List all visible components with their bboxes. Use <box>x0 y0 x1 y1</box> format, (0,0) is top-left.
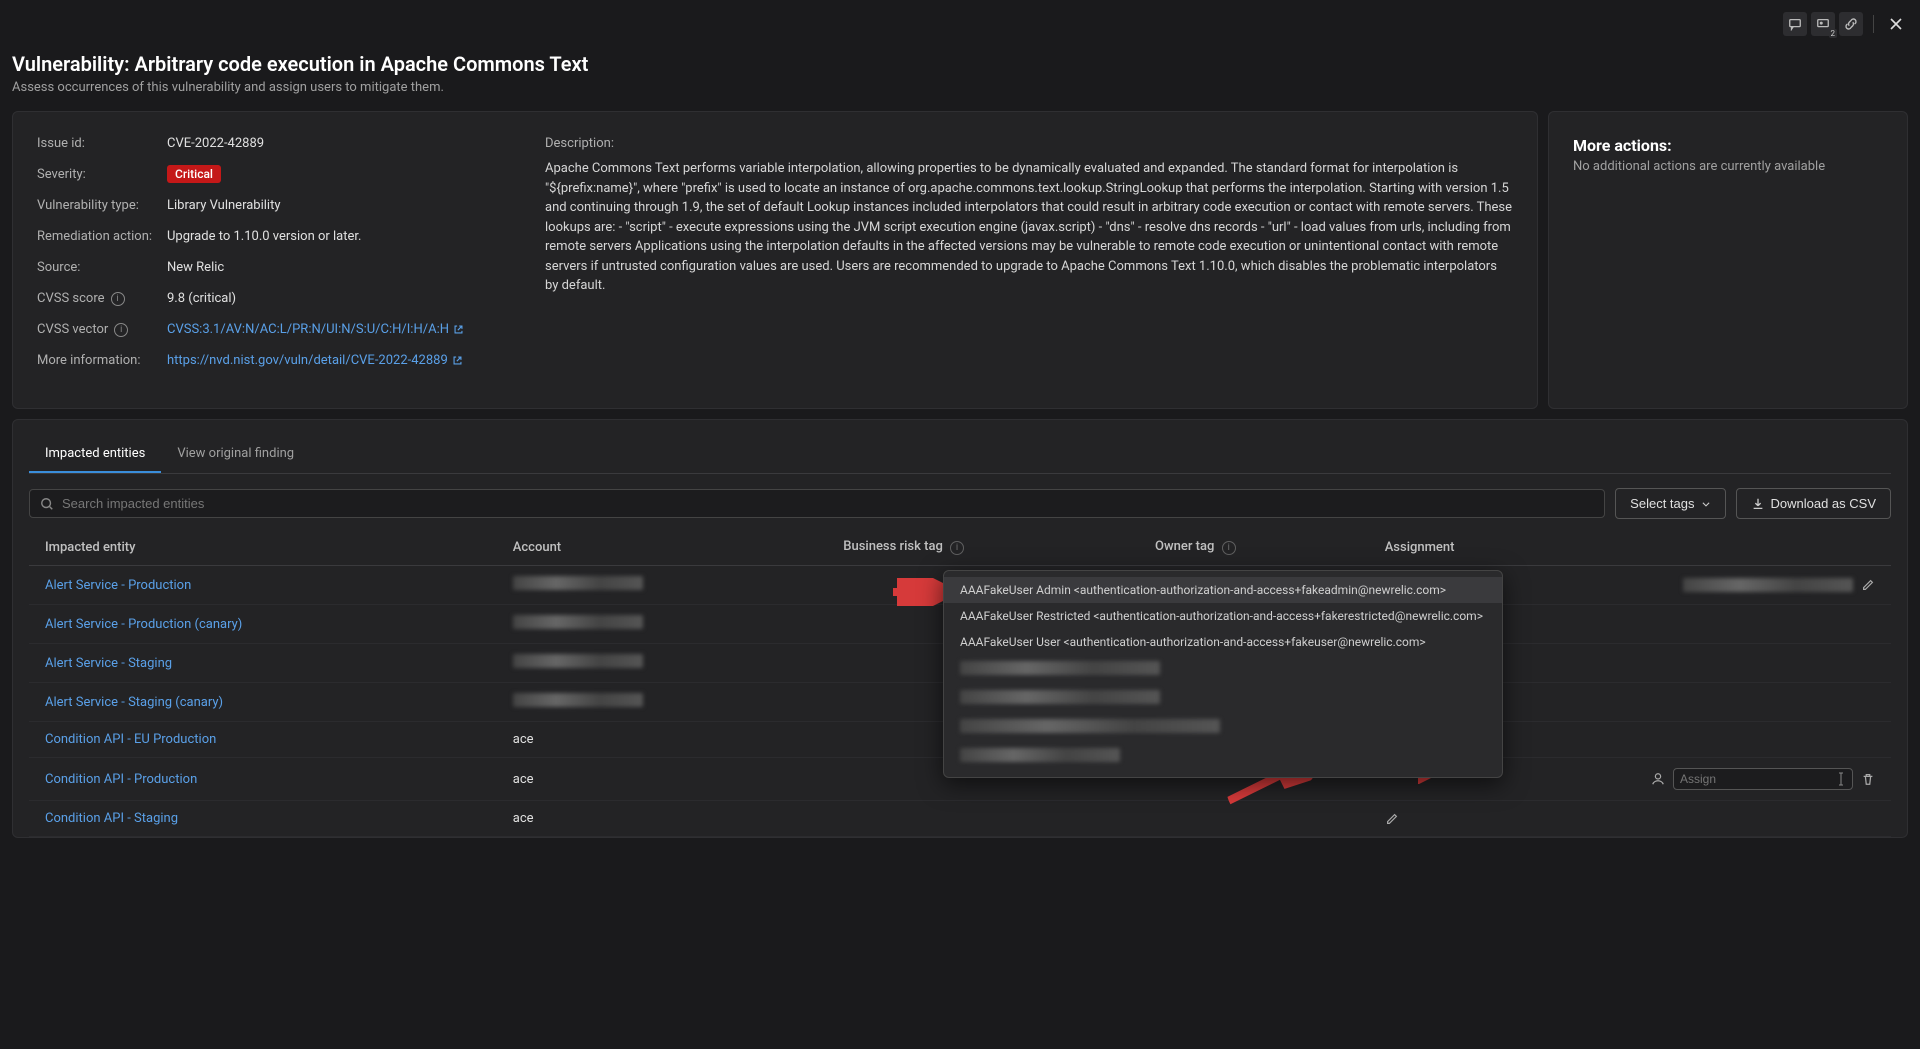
page-subtitle: Assess occurrences of this vulnerability… <box>12 80 1908 95</box>
account-cell: ace <box>497 758 828 801</box>
page-title: Vulnerability: Arbitrary code execution … <box>12 52 1908 76</box>
user-icon <box>1651 772 1665 786</box>
description-text: Apache Commons Text performs variable in… <box>545 159 1513 296</box>
search-input[interactable] <box>62 496 1594 511</box>
remediation-value: Upgrade to 1.10.0 version or later. <box>167 229 497 244</box>
dropdown-item[interactable]: AAAFakeUser Admin <authentication-author… <box>944 577 1502 603</box>
source-value: New Relic <box>167 260 497 275</box>
chevron-down-icon <box>1701 499 1711 509</box>
external-link-icon <box>453 324 464 335</box>
col-owner-tag[interactable]: Owner tag i <box>1139 529 1369 566</box>
account-cell: ace <box>497 801 828 837</box>
search-icon <box>40 497 54 511</box>
info-icon[interactable]: i <box>114 323 128 337</box>
edit-icon[interactable] <box>1861 578 1875 592</box>
comment-icon-button[interactable] <box>1783 12 1807 36</box>
entity-link[interactable]: Alert Service - Staging <box>45 656 172 671</box>
assign-input[interactable] <box>1680 772 1830 786</box>
severity-label: Severity: <box>37 167 167 182</box>
account-cell <box>497 683 828 722</box>
col-business-risk[interactable]: Business risk tag i <box>827 529 1139 566</box>
issue-id-value: CVE-2022-42889 <box>167 136 497 151</box>
issue-id-label: Issue id: <box>37 136 167 151</box>
info-icon[interactable]: i <box>111 292 125 306</box>
download-csv-button[interactable]: Download as CSV <box>1736 488 1892 519</box>
more-info-label: More information: <box>37 353 167 368</box>
entity-link[interactable]: Condition API - Production <box>45 772 197 787</box>
select-tags-button[interactable]: Select tags <box>1615 488 1725 519</box>
link-icon-button[interactable] <box>1839 12 1863 36</box>
info-icon[interactable]: i <box>1222 541 1236 555</box>
cvss-score-value: 9.8 (critical) <box>167 291 497 306</box>
vuln-type-label: Vulnerability type: <box>37 198 167 213</box>
more-actions-panel: More actions: No additional actions are … <box>1548 111 1908 409</box>
dropdown-item-redacted[interactable] <box>944 684 1502 713</box>
cvss-score-label: CVSS score i <box>37 291 167 306</box>
trash-icon[interactable] <box>1861 772 1875 786</box>
cvss-vector-link[interactable]: CVSS:3.1/AV:N/AC:L/PR:N/UI:N/S:U/C:H/I:H… <box>167 322 464 337</box>
remediation-label: Remediation action: <box>37 229 167 244</box>
entity-link[interactable]: Condition API - EU Production <box>45 732 216 747</box>
info-icon[interactable]: i <box>950 541 964 555</box>
description-label: Description: <box>545 136 1513 151</box>
more-info-link[interactable]: https://nvd.nist.gov/vuln/detail/CVE-202… <box>167 353 463 368</box>
edit-icon[interactable] <box>1385 812 1875 826</box>
details-panel: Issue id: CVE-2022-42889 Severity: Criti… <box>12 111 1538 409</box>
account-cell <box>497 605 828 644</box>
entity-link[interactable]: Alert Service - Production (canary) <box>45 617 242 632</box>
cvss-vector-label: CVSS vector i <box>37 322 167 337</box>
col-account[interactable]: Account <box>497 529 828 566</box>
account-cell <box>497 566 828 605</box>
col-assignment[interactable]: Assignment <box>1369 529 1891 566</box>
share-icon-button[interactable] <box>1811 12 1835 36</box>
dropdown-item-redacted[interactable] <box>944 655 1502 684</box>
tab-impacted-entities[interactable]: Impacted entities <box>29 436 161 473</box>
assign-dropdown[interactable]: AAAFakeUser Admin <authentication-author… <box>943 570 1503 778</box>
download-icon <box>1751 497 1765 511</box>
assign-input-wrap[interactable] <box>1673 768 1853 790</box>
account-cell: ace <box>497 722 828 758</box>
entities-panel: Impacted entities View original finding … <box>12 419 1908 838</box>
dropdown-item-redacted[interactable] <box>944 742 1502 771</box>
vuln-type-value: Library Vulnerability <box>167 198 497 213</box>
col-entity[interactable]: Impacted entity <box>29 529 497 566</box>
severity-badge: Critical <box>167 165 221 183</box>
search-wrap[interactable] <box>29 489 1605 518</box>
dropdown-item[interactable]: AAAFakeUser Restricted <authentication-a… <box>944 603 1502 629</box>
account-cell <box>497 644 828 683</box>
entity-link[interactable]: Condition API - Staging <box>45 811 178 826</box>
entity-link[interactable]: Alert Service - Production <box>45 578 191 593</box>
dropdown-item-redacted[interactable] <box>944 713 1502 742</box>
entity-link[interactable]: Alert Service - Staging (canary) <box>45 695 223 710</box>
more-actions-text: No additional actions are currently avai… <box>1573 159 1883 174</box>
toolbar-divider <box>1873 15 1874 33</box>
table-row: Condition API - Staging ace <box>29 801 1891 837</box>
text-cursor-icon <box>1836 772 1846 786</box>
tab-view-original[interactable]: View original finding <box>161 436 310 473</box>
external-link-icon <box>452 355 463 366</box>
close-icon-button[interactable] <box>1884 12 1908 36</box>
dropdown-item[interactable]: AAAFakeUser User <authentication-authori… <box>944 629 1502 655</box>
source-label: Source: <box>37 260 167 275</box>
more-actions-title: More actions: <box>1573 136 1883 155</box>
